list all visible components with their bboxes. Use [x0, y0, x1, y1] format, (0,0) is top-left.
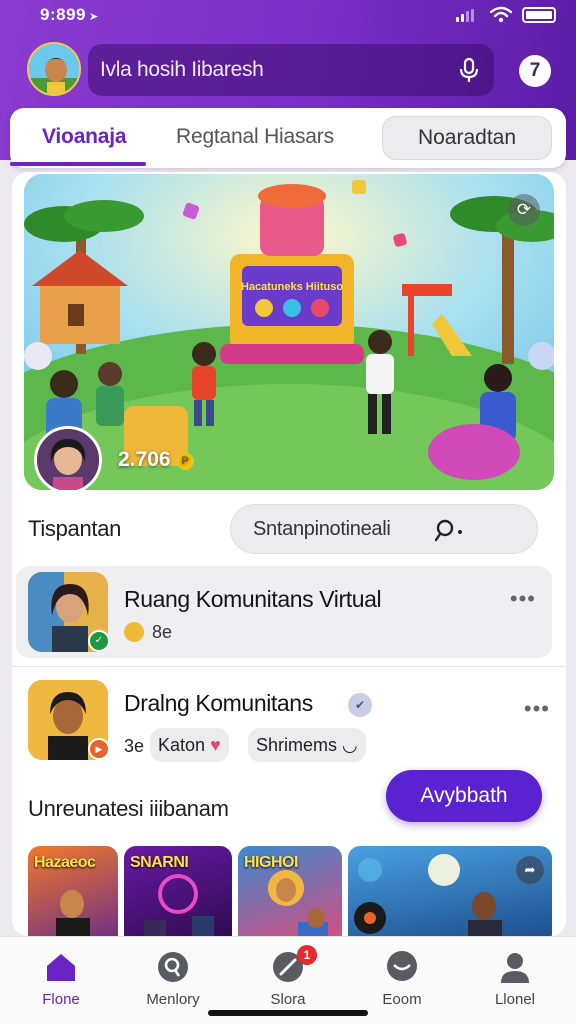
battery-icon [522, 7, 556, 23]
header-search-bar[interactable]: Ivla hosih Iibaresh [88, 44, 494, 96]
chat-icon [387, 951, 417, 981]
nav-chat[interactable]: Eoom [347, 949, 457, 1013]
booth-sign: Hacatuneks Hiituso [241, 281, 343, 293]
community-meta: 8e [124, 622, 172, 643]
nav-label: Flone [42, 991, 80, 1008]
stream-thumbnail[interactable]: ➦ [348, 846, 552, 936]
divider [12, 666, 566, 667]
tab-regional[interactable]: Regtanal Hiasars [176, 125, 334, 149]
thumbnail-art [56, 890, 90, 936]
stream-thumbnail[interactable]: Hazaeoc [28, 846, 118, 936]
nav-label: Eoom [382, 991, 422, 1008]
nav-profile[interactable]: Llonel [460, 949, 570, 1013]
hero-illustration: Hacatuneks Hiituso [24, 174, 554, 490]
location-arrow-icon: ➤ [88, 11, 99, 23]
status-bar: 9:899 ➤ [0, 0, 576, 32]
section-label-2: Unreunatesi iiibanam [28, 796, 229, 821]
notification-button[interactable]: 7 [519, 55, 551, 87]
more-options-icon[interactable]: ••• [510, 586, 536, 612]
community-card[interactable]: ✓ Ruang Komunitans Virtual 8e ••• [16, 566, 552, 658]
tag-chip[interactable]: Katon ♥ [150, 728, 229, 762]
tag-chip[interactable]: Shrimems ◡ [248, 728, 366, 762]
share-icon[interactable]: ➦ [516, 856, 544, 884]
nav-label: Menlory [146, 991, 200, 1008]
profile-icon [501, 953, 529, 983]
refresh-icon[interactable]: ⟳ [508, 194, 540, 226]
nav-explore[interactable]: 1 Slora [233, 945, 343, 1013]
nav-label: Slora [270, 991, 306, 1008]
live-badge-icon: ▶ [88, 738, 110, 760]
hero-banner[interactable]: Hacatuneks Hiituso ⟳ 2.706 P [24, 174, 554, 490]
stream-thumbnail[interactable]: SNARNI [124, 846, 232, 936]
home-indicator[interactable] [208, 1010, 368, 1016]
cup-icon: ◡ [342, 735, 358, 755]
mic-icon[interactable] [456, 56, 482, 84]
header-search-text: Ivla hosih Iibaresh [100, 58, 264, 81]
thumbnail-art [268, 870, 328, 936]
tab-bar: Vioanaja Regtanal Hiasars Noaradtan [10, 108, 566, 168]
user-avatar[interactable] [27, 42, 81, 96]
nav-home[interactable]: Flone [6, 949, 116, 1013]
stream-thumbnail[interactable]: HIGHOI [238, 846, 342, 936]
active-tab-indicator [10, 162, 146, 166]
section-search-input[interactable]: Sntanpinotineali [230, 504, 538, 554]
wifi-icon [490, 6, 512, 23]
community-title: Dralng Komunitans [124, 690, 313, 716]
notification-badge: 1 [297, 945, 317, 965]
home-icon [47, 954, 75, 981]
tab-noaradtan[interactable]: Noaradtan [382, 116, 552, 160]
tab-vioanaja[interactable]: Vioanaja [42, 125, 127, 149]
coin-icon: P [176, 453, 194, 470]
nav-label: Llonel [494, 991, 536, 1008]
status-time: 9:899 ➤ [40, 5, 99, 24]
search-icon[interactable] [435, 518, 465, 542]
verified-icon: ✔ [348, 693, 372, 717]
avatar-portrait-icon [29, 44, 79, 94]
community-count: 3e [124, 736, 145, 756]
signal-icon [456, 9, 476, 22]
heart-icon: ♥ [210, 735, 221, 755]
community-title: Ruang Komunitans Virtual [124, 586, 382, 612]
cta-button[interactable]: Avybbath [386, 770, 542, 822]
section-label: Tispantan [28, 516, 122, 541]
viewer-count: 2.706 P [118, 448, 194, 472]
search-icon [158, 952, 188, 982]
thumbnail-art [144, 874, 214, 936]
smile-icon [124, 622, 144, 642]
section-search-text: Sntanpinotineali [253, 518, 391, 540]
host-avatar[interactable] [34, 426, 102, 490]
nav-search[interactable]: Menlory [118, 949, 228, 1013]
more-options-icon[interactable]: ••• [524, 696, 550, 722]
host-portrait-icon [37, 429, 99, 490]
main-content: Hacatuneks Hiituso ⟳ 2.706 P Tispantan S… [12, 172, 566, 936]
online-status-icon: ✓ [88, 630, 110, 652]
